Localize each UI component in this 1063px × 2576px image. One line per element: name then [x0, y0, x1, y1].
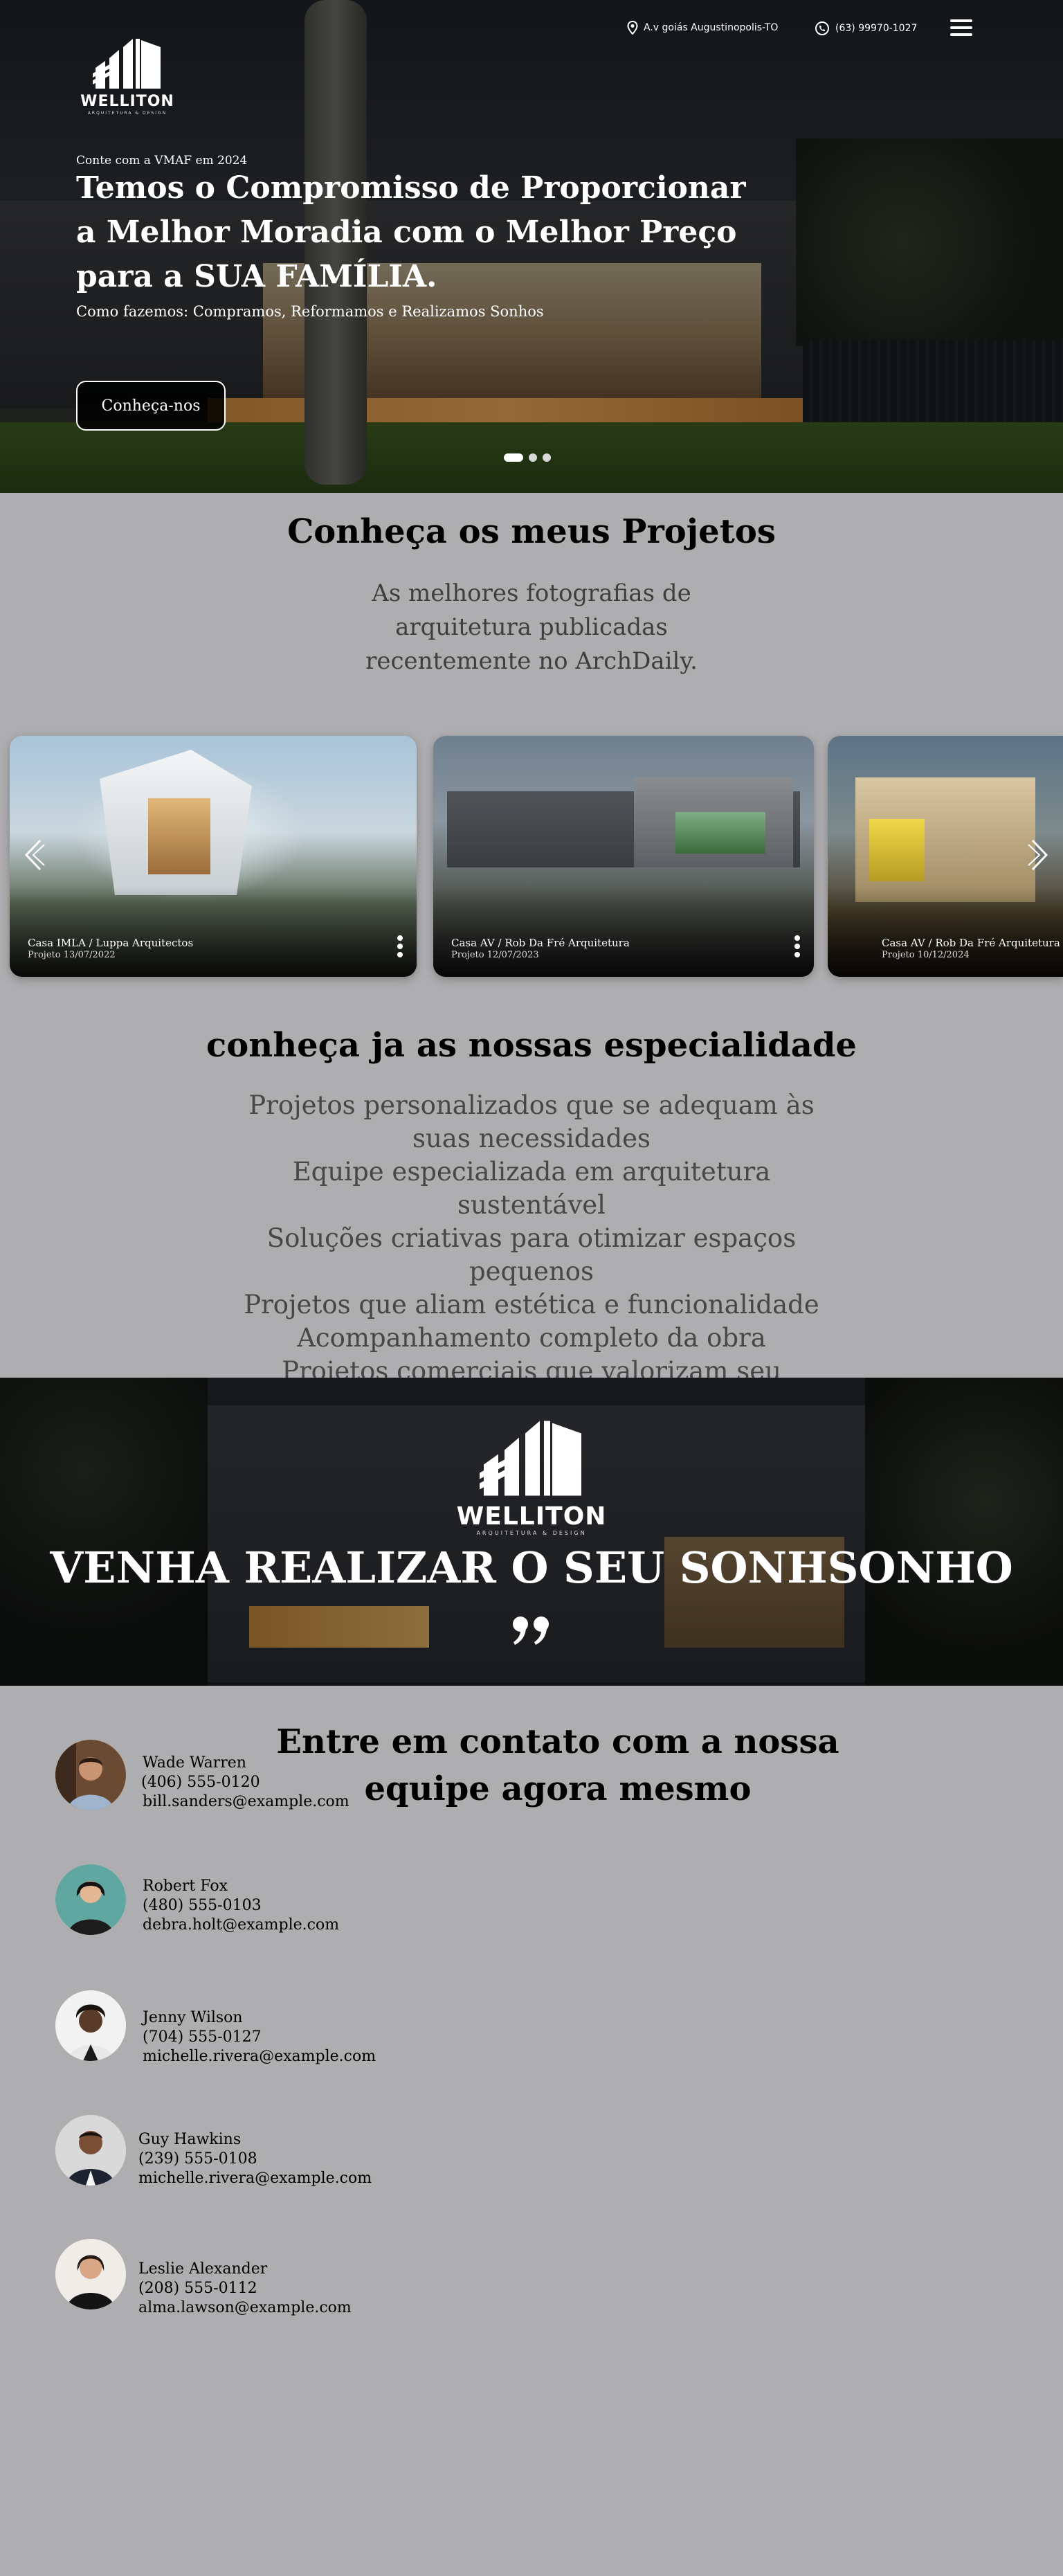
projects-title: Conheça os meus Projetos	[287, 512, 776, 551]
carousel-dot-2[interactable]	[529, 453, 537, 462]
avatar	[55, 1740, 126, 1810]
hero-title: Temos o Compromisso de Proporcionar a Me…	[76, 170, 746, 294]
carousel-dots	[504, 453, 551, 462]
quote-icon	[513, 1616, 549, 1645]
contact-phone: (704) 555-0127	[143, 2028, 262, 2046]
contact-name: Leslie Alexander	[138, 2260, 268, 2278]
location-pin-icon	[627, 21, 638, 35]
menu-button[interactable]	[950, 19, 972, 39]
avatar	[55, 2115, 126, 2186]
contact-name: Wade Warren	[143, 1754, 246, 1772]
address-text: A.v goiás Augustinopolis-TO	[644, 22, 779, 33]
avatar	[55, 1990, 126, 2061]
header-phone[interactable]: (63) 99970-1027	[815, 21, 917, 36]
contact-card[interactable]: Guy Hawkins (239) 555-0108 michelle.rive…	[55, 2115, 540, 2191]
contact-email[interactable]: michelle.rivera@example.com	[143, 2047, 376, 2066]
contact-phone: (406) 555-0120	[141, 1774, 260, 1791]
logo-wordmark: WELLITON	[456, 1502, 607, 1531]
contact-email[interactable]: alma.lawson@example.com	[138, 2298, 352, 2318]
contact-name: Guy Hawkins	[138, 2131, 242, 2148]
contact-name: Jenny Wilson	[143, 2009, 243, 2026]
contact-phone: (480) 555-0103	[143, 1897, 262, 1914]
more-options-icon[interactable]	[794, 935, 800, 960]
hero-subtitle: Como fazemos: Compramos, Reformamos e Re…	[76, 303, 544, 320]
header-address[interactable]: A.v goiás Augustinopolis-TO	[627, 21, 778, 35]
contact-phone: (239) 555-0108	[138, 2150, 257, 2168]
contact-card[interactable]: Leslie Alexander (208) 555-0112 alma.law…	[55, 2239, 540, 2318]
chevron-right-icon	[1028, 839, 1048, 871]
banner-title: VENHA REALIZAR O SEU SONHSONHO	[50, 1542, 1013, 1593]
project-date: Projeto 12/07/2023	[451, 950, 539, 960]
logo-tagline: ARQUITETURA & DESIGN	[87, 111, 167, 116]
projects-subtitle: As melhores fotografias de arquitetura p…	[365, 579, 698, 675]
project-card[interactable]: Casa IMLA / Luppa Arquitectos Projeto 13…	[10, 736, 417, 977]
carousel-prev-button[interactable]	[22, 838, 46, 872]
contact-card[interactable]: Jenny Wilson (704) 555-0127 michelle.riv…	[55, 1990, 540, 2066]
banner-logo: WELLITON ARQUITETURA & DESIGN	[453, 1391, 610, 1537]
carousel-dot-1[interactable]	[504, 453, 523, 462]
about-us-button[interactable]: Conheça-nos	[76, 381, 226, 431]
project-name: Casa AV / Rob Da Fré Arquitetura	[451, 937, 630, 949]
list-item: Projetos personalizados que se adequam à…	[248, 1090, 815, 1153]
contact-card[interactable]: Wade Warren (406) 555-0120 bill.sanders@…	[55, 1740, 540, 1816]
carousel-next-button[interactable]	[1027, 838, 1051, 872]
contact-phone: (208) 555-0112	[138, 2280, 257, 2297]
avatar	[55, 1864, 126, 1935]
contact-email[interactable]: michelle.rivera@example.com	[138, 2169, 372, 2188]
hero-kicker: Conte com a VMAF em 2024	[76, 154, 248, 168]
logo-icon	[93, 39, 161, 89]
contact-name: Robert Fox	[143, 1877, 228, 1895]
chevron-left-icon	[24, 839, 45, 871]
specialities-title: conheça ja as nossas especialidade	[206, 1026, 857, 1065]
logo-tagline: ARQUITETURA & DESIGN	[476, 1530, 587, 1536]
list-item: Equipe especializada em arquitetura sust…	[292, 1157, 771, 1220]
hamburger-icon	[950, 19, 972, 22]
logo-wordmark: WELLITON	[80, 93, 174, 110]
avatar	[55, 2239, 126, 2309]
project-date: Projeto 13/07/2022	[28, 950, 116, 960]
project-name: Casa AV / Rob Da Fré Arquitetura	[882, 937, 1060, 949]
project-card[interactable]: Casa AV / Rob Da Fré Arquitetura Projeto…	[433, 736, 814, 977]
project-date: Projeto 10/12/2024	[882, 950, 970, 960]
contact-email[interactable]: bill.sanders@example.com	[143, 1792, 349, 1812]
brand-logo[interactable]: WELLITON ARQUITETURA & DESIGN	[75, 19, 180, 116]
logo-icon	[480, 1421, 581, 1496]
contact-email[interactable]: debra.holt@example.com	[143, 1916, 339, 1935]
project-name: Casa IMLA / Luppa Arquitectos	[28, 937, 194, 949]
whatsapp-icon	[815, 21, 829, 35]
list-item: Acompanhamento completo da obra	[297, 1323, 766, 1353]
more-options-icon[interactable]	[397, 935, 403, 960]
phone-text: (63) 99970-1027	[835, 23, 918, 34]
carousel-dot-3[interactable]	[543, 453, 551, 462]
specialities-list: Projetos personalizados que se adequam à…	[228, 1089, 835, 1421]
list-item: Projetos que aliam estética e funcionali…	[244, 1290, 819, 1319]
contact-card[interactable]: Robert Fox (480) 555-0103 debra.holt@exa…	[55, 1864, 540, 1940]
list-item: Soluções criativas para otimizar espaços…	[266, 1223, 797, 1286]
